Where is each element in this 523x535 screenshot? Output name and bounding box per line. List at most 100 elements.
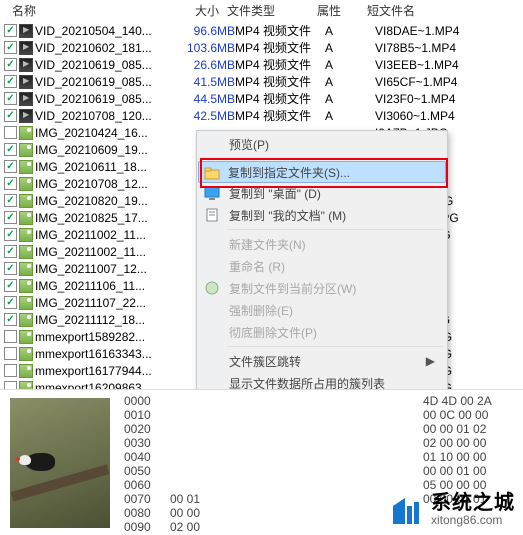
row-checkbox[interactable] [4, 347, 17, 360]
file-name: mmexport1589282... [35, 330, 175, 344]
file-name: IMG_20210611_18... [35, 160, 175, 174]
branch-shape [11, 464, 110, 501]
menu-cluster-jump[interactable]: 文件簇区跳转▶ [199, 350, 445, 372]
menu-copy-to-folder[interactable]: 复制到指定文件夹(S)... [198, 161, 446, 183]
row-checkbox[interactable]: ✓ [4, 194, 17, 207]
disk-icon [204, 280, 220, 296]
documents-icon [204, 207, 220, 223]
file-shortname: VI3060~1.MP4 [375, 109, 519, 123]
file-size: 103.6MB [175, 41, 235, 55]
row-checkbox[interactable]: ✓ [4, 211, 17, 224]
file-name: VID_20210619_085... [35, 58, 175, 72]
menu-copy-to-desktop[interactable]: 复制到 "桌面" (D) [199, 182, 445, 204]
table-row[interactable]: ✓VID_20210619_085...41.5MBMP4 视频文件AVI65C… [0, 73, 523, 90]
menu-preview[interactable]: 预览(P) [199, 133, 445, 155]
file-name: IMG_20211107_22... [35, 296, 175, 310]
video-file-icon [19, 109, 33, 123]
table-row[interactable]: ✓VID_20210504_140...96.6MBMP4 视频文件AVI8DA… [0, 22, 523, 39]
thumbnail-image [10, 398, 110, 528]
menu-delete-completely-label: 彻底删除文件(P) [229, 324, 317, 341]
hex-viewer[interactable]: 00004D 4D 00 2A001000 0C 00 00002000 00 … [120, 390, 523, 534]
menu-delete-completely: 彻底删除文件(P) [199, 321, 445, 343]
image-file-icon [19, 143, 33, 157]
row-checkbox[interactable] [4, 330, 17, 343]
col-short-header[interactable]: 短文件名 [359, 2, 519, 19]
row-checkbox[interactable]: ✓ [4, 245, 17, 258]
folder-icon [204, 165, 220, 181]
file-type: MP4 视频文件 [235, 73, 325, 90]
image-file-icon [19, 347, 33, 361]
row-checkbox[interactable] [4, 364, 17, 377]
file-size: 41.5MB [175, 75, 235, 89]
video-file-icon [19, 58, 33, 72]
file-name: IMG_20211007_12... [35, 262, 175, 276]
file-attr: A [325, 24, 375, 38]
file-name: IMG_20211112_18... [35, 313, 175, 327]
table-row[interactable]: ✓VID_20210602_181...103.6MBMP4 视频文件AVI78… [0, 39, 523, 56]
file-shortname: VI65CF~1.MP4 [375, 75, 519, 89]
bird-shape [25, 453, 55, 471]
hex-panel: 00004D 4D 00 2A001000 0C 00 00002000 00 … [0, 389, 523, 534]
row-checkbox[interactable]: ✓ [4, 92, 17, 105]
file-name: VID_20210504_140... [35, 24, 175, 38]
desktop-icon [204, 185, 220, 201]
file-name: IMG_20210708_12... [35, 177, 175, 191]
table-row[interactable]: ✓VID_20210619_085...44.5MBMP4 视频文件AVI23F… [0, 90, 523, 107]
hex-row: 004001 10 00 00 [124, 450, 523, 464]
file-size: 26.6MB [175, 58, 235, 72]
row-checkbox[interactable]: ✓ [4, 143, 17, 156]
file-attr: A [325, 58, 375, 72]
row-checkbox[interactable]: ✓ [4, 160, 17, 173]
row-checkbox[interactable]: ✓ [4, 75, 17, 88]
menu-preview-label: 预览(P) [229, 136, 269, 153]
row-checkbox[interactable]: ✓ [4, 296, 17, 309]
menu-separator [227, 158, 443, 159]
col-size-header[interactable]: 大小 [159, 2, 219, 19]
file-type: MP4 视频文件 [235, 90, 325, 107]
file-name: mmexport16163343... [35, 347, 175, 361]
image-file-icon [19, 194, 33, 208]
file-name: IMG_20210820_19... [35, 194, 175, 208]
table-row[interactable]: ✓VID_20210708_120...42.5MBMP4 视频文件AVI306… [0, 107, 523, 124]
row-checkbox[interactable]: ✓ [4, 262, 17, 275]
hex-row: 001000 0C 00 00 [124, 408, 523, 422]
file-name: IMG_20210609_19... [35, 143, 175, 157]
hex-row: 003002 00 00 00 [124, 436, 523, 450]
image-file-icon [19, 177, 33, 191]
file-type: MP4 视频文件 [235, 22, 325, 39]
file-name: IMG_20211002_11... [35, 245, 175, 259]
menu-new-folder-label: 新建文件夹(N) [229, 236, 306, 253]
table-row[interactable]: ✓VID_20210619_085...26.6MBMP4 视频文件AVI3EE… [0, 56, 523, 73]
col-attr-header[interactable]: 属性 [309, 2, 359, 19]
row-checkbox[interactable] [4, 126, 17, 139]
col-type-header[interactable]: 文件类型 [219, 2, 309, 19]
hex-row: 009002 00 [124, 520, 523, 534]
col-name-header[interactable]: 名称 [4, 2, 159, 19]
image-file-icon [19, 211, 33, 225]
file-shortname: VI23F0~1.MP4 [375, 92, 519, 106]
row-checkbox[interactable]: ✓ [4, 58, 17, 71]
row-checkbox[interactable]: ✓ [4, 279, 17, 292]
file-name: VID_20210619_085... [35, 92, 175, 106]
row-checkbox[interactable]: ✓ [4, 177, 17, 190]
file-name: IMG_20210424_16... [35, 126, 175, 140]
column-header-row: 名称 大小 文件类型 属性 短文件名 [0, 0, 523, 22]
file-shortname: VI78B5~1.MP4 [375, 41, 519, 55]
row-checkbox[interactable]: ✓ [4, 228, 17, 241]
row-checkbox[interactable]: ✓ [4, 313, 17, 326]
file-size: 44.5MB [175, 92, 235, 106]
menu-copy-to-docs[interactable]: 复制到 "我的文档" (M) [199, 204, 445, 226]
file-name: IMG_20210825_17... [35, 211, 175, 225]
row-checkbox[interactable]: ✓ [4, 41, 17, 54]
menu-cluster-jump-label: 文件簇区跳转 [229, 353, 301, 370]
hex-row: 005000 00 01 00 [124, 464, 523, 478]
file-name: IMG_20211002_11... [35, 228, 175, 242]
file-shortname: VI8DAE~1.MP4 [375, 24, 519, 38]
row-checkbox[interactable]: ✓ [4, 109, 17, 122]
menu-copy-to-current-label: 复制文件到当前分区(W) [229, 280, 356, 297]
row-checkbox[interactable]: ✓ [4, 24, 17, 37]
hex-row: 002000 00 01 02 [124, 422, 523, 436]
file-name: VID_20210619_085... [35, 75, 175, 89]
thumbnail-preview [0, 390, 120, 535]
menu-copy-to-folder-label: 复制到指定文件夹(S)... [228, 164, 350, 181]
